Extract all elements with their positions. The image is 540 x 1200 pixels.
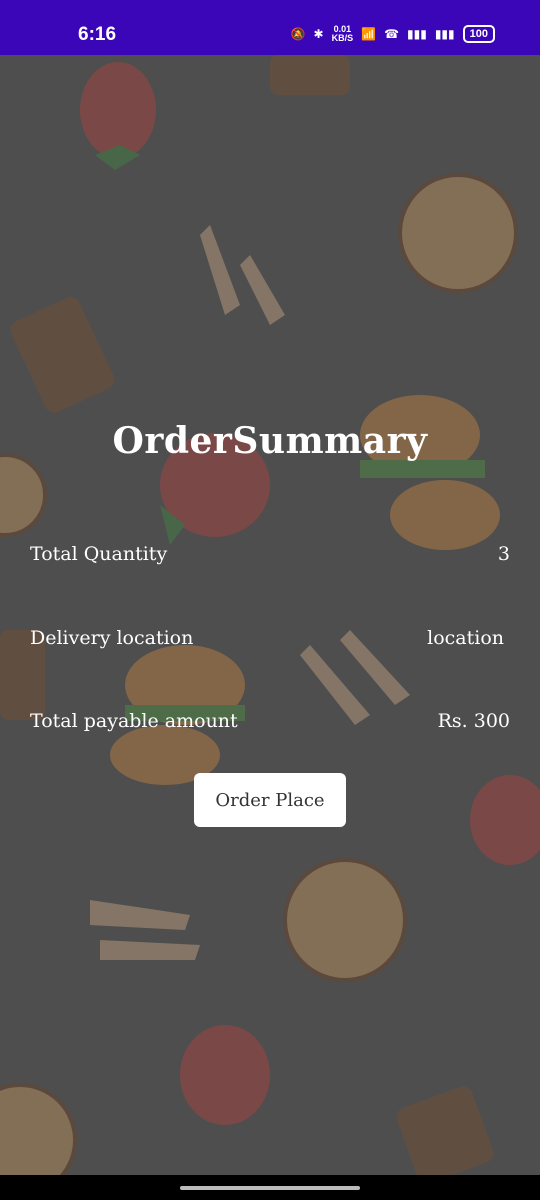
signal-icon: ▮▮▮ <box>407 27 427 41</box>
total-amount-label: Total payable amount <box>30 710 238 732</box>
total-amount-row: Total payable amount Rs. 300 <box>30 710 510 732</box>
status-bar: 6:16 🔕 ✱ 0.01 KB/S 📶 ☎ ▮▮▮ ▮▮▮ 100 <box>0 0 540 55</box>
status-icons: 🔕 ✱ 0.01 KB/S 📶 ☎ ▮▮▮ ▮▮▮ 100 <box>291 25 495 43</box>
call-icon: ☎ <box>384 27 400 41</box>
delivery-location-row: Delivery location location <box>30 627 510 649</box>
total-quantity-row: Total Quantity 3 <box>30 543 510 565</box>
total-amount-value: Rs. 300 <box>437 710 510 732</box>
page-title: OrderSummary <box>112 420 428 462</box>
status-time: 6:16 <box>78 24 117 45</box>
order-place-button[interactable]: Order Place <box>194 773 346 827</box>
total-quantity-label: Total Quantity <box>30 543 168 565</box>
mute-icon: 🔕 <box>290 27 306 41</box>
home-gesture-handle[interactable] <box>180 1186 360 1190</box>
signal-icon-2: ▮▮▮ <box>434 27 455 41</box>
bluetooth-icon: ✱ <box>313 27 324 41</box>
navigation-bar <box>0 1175 540 1200</box>
total-quantity-value: 3 <box>497 543 510 565</box>
wifi-icon: 📶 <box>361 27 377 41</box>
delivery-location-value: location <box>427 627 504 649</box>
battery-icon: 100 <box>462 25 495 43</box>
network-speed-unit: KB/S <box>331 33 354 43</box>
network-speed: 0.01 KB/S <box>332 25 354 43</box>
background-overlay <box>0 55 540 1175</box>
delivery-location-label: Delivery location <box>30 627 194 649</box>
